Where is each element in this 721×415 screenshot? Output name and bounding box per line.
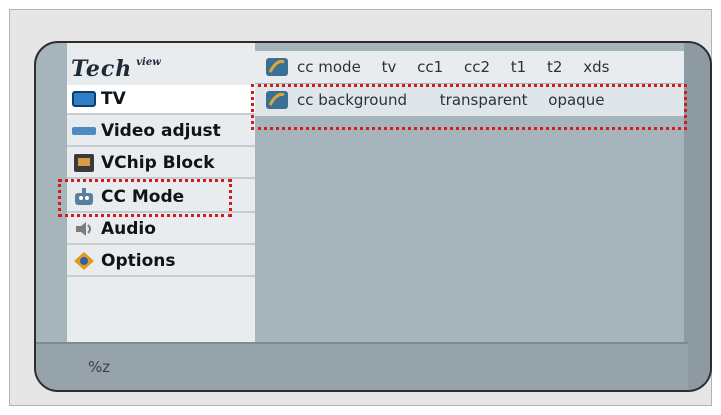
options-icon [71,251,97,271]
option-text: cc mode tv cc1 cc2 t1 t2 xds [297,58,625,76]
menu-item-tv[interactable]: TV [67,85,255,115]
option-name: cc mode [297,58,361,76]
screen-shade [684,43,710,390]
highlight-cc-mode [58,179,232,217]
option-row-cc-mode[interactable]: cc mode tv cc1 cc2 t1 t2 xds [255,51,684,83]
tv-icon [71,89,97,109]
vchip-icon [71,153,97,173]
logo-text: Tech [71,56,133,82]
menu-item-label: Video adjust [101,121,221,141]
option-value[interactable]: cc1 [417,58,443,76]
option-value[interactable]: tv [382,58,397,76]
audio-icon [71,219,97,239]
menu-item-vchip-block[interactable]: VChip Block [67,149,255,179]
menu-item-label: Audio [101,219,156,239]
logo-sup-text: view [136,56,161,68]
menu-item-video-adjust[interactable]: Video adjust [67,117,255,147]
menu-item-label: Options [101,251,176,271]
status-text: %z [88,358,111,376]
option-value[interactable]: cc2 [464,58,490,76]
menu-item-audio[interactable]: Audio [67,215,255,245]
highlight-cc-background [251,84,687,130]
option-value[interactable]: t2 [547,58,562,76]
menu-item-label: TV [101,89,126,109]
video-bar-icon [71,121,97,141]
option-value[interactable]: xds [583,58,609,76]
status-bar: %z [36,342,688,390]
menu-item-label: VChip Block [101,153,215,173]
option-icon [265,57,289,77]
option-value[interactable]: t1 [511,58,526,76]
logo: Tech view [67,55,255,83]
menu-item-options[interactable]: Options [67,247,255,277]
